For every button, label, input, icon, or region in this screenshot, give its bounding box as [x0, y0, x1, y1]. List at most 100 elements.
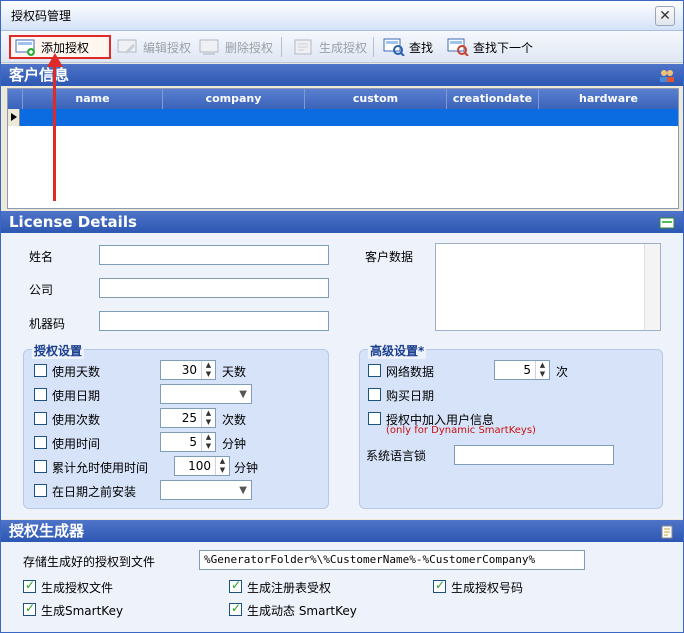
window-title: 授权码管理: [11, 9, 72, 23]
use-date-dropdown[interactable]: ▼: [160, 384, 252, 404]
auth-settings-title: 授权设置: [32, 342, 85, 359]
gen-license-file-label: 生成授权文件: [41, 581, 114, 595]
find-label: 查找: [409, 40, 434, 55]
time-stepper[interactable]: 5 ▲ ▼: [160, 432, 216, 452]
use-count-checkbox[interactable]: [34, 412, 47, 425]
customer-grid[interactable]: name company custom creationdate hardwar…: [7, 88, 679, 209]
save-path-input[interactable]: %GeneratorFolder%\%CustomerName%-%Custom…: [199, 550, 585, 570]
count-unit: 次数: [222, 413, 247, 427]
use-time-label: 使用时间: [52, 437, 101, 451]
stepper-arrows-icon[interactable]: ▲ ▼: [201, 409, 215, 427]
days-unit: 天数: [222, 365, 247, 379]
network-unit: 次: [556, 365, 569, 379]
company-label: 公司: [29, 283, 54, 297]
edit-license-button[interactable]: 编辑授权: [113, 35, 195, 59]
find-next-button[interactable]: 查找下一个: [443, 35, 537, 59]
cumulative-stepper[interactable]: 100 ▲ ▼: [174, 456, 230, 476]
license-details-header: License Details: [1, 211, 683, 233]
toolbar-separator: [373, 37, 374, 57]
cumulative-unit: 分钟: [234, 461, 259, 475]
gen-smartkey-label: 生成SmartKey: [41, 604, 124, 618]
license-card-icon: [659, 214, 675, 229]
find-next-icon: [447, 38, 469, 57]
generator-title: 授权生成器: [9, 522, 85, 540]
language-lock-input[interactable]: [454, 445, 614, 465]
language-lock-label: 系统语言锁: [366, 449, 427, 463]
gen-dynamic-smartkey-checkbox[interactable]: [229, 601, 242, 616]
use-days-checkbox[interactable]: [34, 364, 47, 377]
stepper-arrows-icon[interactable]: ▲ ▼: [215, 457, 229, 475]
time-unit: 分钟: [222, 437, 247, 451]
chevron-down-icon: ▼: [239, 485, 247, 496]
column-header-custom[interactable]: custom: [304, 89, 446, 109]
advanced-settings-title: 高级设置*: [368, 342, 427, 359]
gen-dynamic-smartkey-label: 生成动态 SmartKey: [247, 604, 357, 618]
cumulative-time-label: 累计允时使用时间: [52, 461, 149, 475]
column-header-creationdate[interactable]: creationdate: [446, 89, 538, 109]
generate-license-icon: [293, 38, 315, 56]
customer-data-label: 客户数据: [365, 250, 414, 264]
find-next-label: 查找下一个: [473, 40, 534, 55]
name-label: 姓名: [29, 250, 54, 264]
column-header-hardware[interactable]: hardware: [538, 89, 678, 109]
toolbar: 添加授权 编辑授权 删除授权 生成授权 查找 查找下一个: [1, 31, 683, 63]
users-icon: [659, 67, 675, 82]
find-icon: [383, 38, 405, 57]
company-input[interactable]: [99, 278, 329, 298]
stepper-arrows-icon[interactable]: ▲ ▼: [535, 361, 549, 379]
use-time-checkbox[interactable]: [34, 436, 47, 449]
annotation-arrow-head: [47, 53, 63, 67]
machine-code-label: 机器码: [29, 317, 66, 331]
gen-smartkey-checkbox[interactable]: [23, 601, 36, 616]
gen-license-file-checkbox[interactable]: [23, 578, 36, 593]
save-to-file-label: 存储生成好的授权到文件: [23, 555, 156, 569]
find-button[interactable]: 查找: [379, 35, 437, 59]
gen-license-code-checkbox[interactable]: [433, 578, 446, 593]
network-stepper[interactable]: 5 ▲ ▼: [494, 360, 550, 380]
cumulative-time-checkbox[interactable]: [34, 460, 47, 473]
gen-registry-label: 生成注册表受权: [247, 581, 332, 595]
license-details-body: 姓名 公司 机器码 客户数据 授权设置 使用天数 30 ▲ ▼ 天数 使用日期 ▼ …: [1, 233, 683, 519]
title-bar: 授权码管理 ✕: [1, 1, 683, 31]
row-indicator-header: [8, 89, 22, 109]
column-header-name[interactable]: name: [22, 89, 162, 109]
license-manager-window: 授权码管理 ✕ 添加授权 编辑授权 删除授权 生成授权 查找 查找下一个 客户信…: [0, 0, 684, 633]
delete-license-icon: [199, 38, 221, 56]
machine-code-input[interactable]: [99, 311, 329, 331]
annotation-arrow-shaft: [53, 59, 56, 201]
close-button[interactable]: ✕: [655, 6, 675, 26]
install-before-dropdown[interactable]: ▼: [160, 480, 252, 500]
network-data-label: 网络数据: [386, 365, 435, 379]
name-input[interactable]: [99, 245, 329, 265]
generate-license-label: 生成授权: [319, 40, 368, 55]
days-stepper[interactable]: 30 ▲ ▼: [160, 360, 216, 380]
network-data-checkbox[interactable]: [368, 364, 381, 377]
generate-license-button[interactable]: 生成授权: [289, 35, 371, 59]
textarea-scrollbar[interactable]: [644, 244, 660, 330]
install-before-checkbox[interactable]: [34, 484, 47, 497]
table-row[interactable]: [8, 109, 678, 126]
edit-license-icon: [117, 38, 139, 56]
toolbar-separator: [281, 37, 282, 57]
install-before-label: 在日期之前安装: [52, 485, 137, 499]
customer-info-header: 客户信息: [1, 64, 683, 86]
use-count-label: 使用次数: [52, 413, 101, 427]
delete-license-button[interactable]: 删除授权: [195, 35, 277, 59]
count-stepper[interactable]: 25 ▲ ▼: [160, 408, 216, 428]
document-icon: [659, 523, 675, 539]
edit-license-label: 编辑授权: [143, 40, 192, 55]
purchase-date-checkbox[interactable]: [368, 388, 381, 401]
customer-data-textarea[interactable]: [435, 243, 661, 331]
add-user-info-checkbox[interactable]: [368, 412, 381, 425]
add-license-icon: [15, 38, 37, 56]
generator-body: 存储生成好的授权到文件 %GeneratorFolder%\%CustomerN…: [1, 542, 683, 632]
use-date-checkbox[interactable]: [34, 388, 47, 401]
gen-license-code-label: 生成授权号码: [451, 581, 524, 595]
gen-registry-checkbox[interactable]: [229, 578, 242, 593]
column-header-company[interactable]: company: [162, 89, 304, 109]
use-date-label: 使用日期: [52, 389, 101, 403]
dynamic-smartkey-note: (only for Dynamic SmartKeys): [386, 425, 536, 436]
advanced-settings-group: 高级设置* 网络数据 5 ▲ ▼ 次 购买日期 授权中加入用户信息 (only fo…: [359, 342, 663, 509]
stepper-arrows-icon[interactable]: ▲ ▼: [201, 361, 215, 379]
stepper-arrows-icon[interactable]: ▲ ▼: [201, 433, 215, 451]
